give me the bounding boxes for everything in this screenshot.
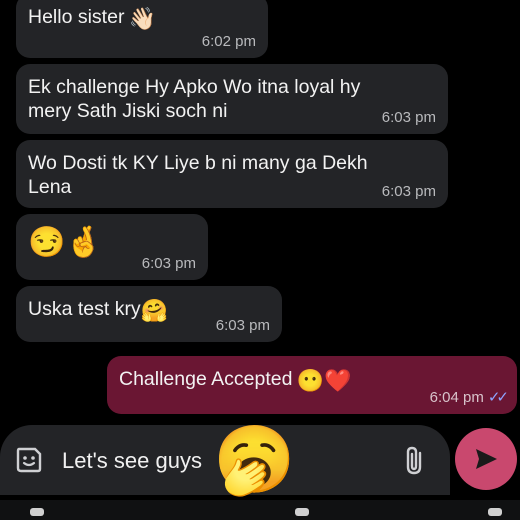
incoming-message[interactable]: Uska test kry🤗 6:03 pm bbox=[16, 286, 282, 342]
waving-hand-emoji: 👋🏻 bbox=[128, 5, 157, 31]
incoming-message[interactable]: 😏🤞 6:03 pm bbox=[16, 214, 208, 280]
outgoing-message[interactable]: Challenge Accepted 😶❤️ 6:04 pm ✓✓ bbox=[107, 356, 517, 414]
paperclip-icon[interactable] bbox=[402, 445, 428, 477]
message-time: 6:03 pm bbox=[381, 109, 436, 126]
incoming-message[interactable]: Hello sister 👋🏻 6:02 pm bbox=[16, 0, 268, 58]
message-time: 6:03 pm bbox=[215, 317, 270, 334]
message-text: Ek challenge Hy Apko Wo itna loyal hy me… bbox=[28, 76, 361, 122]
send-button[interactable] bbox=[455, 428, 517, 490]
message-time-status: 6:04 pm ✓✓ bbox=[429, 388, 509, 406]
message-text: Hello sister bbox=[28, 6, 125, 28]
message-text: Wo Dosti tk KY Liye b ni many ga Dekh Le… bbox=[28, 152, 368, 198]
incoming-message[interactable]: Wo Dosti tk KY Liye b ni many ga Dekh Le… bbox=[16, 140, 448, 208]
nav-back-icon[interactable] bbox=[30, 508, 44, 516]
chat-message-list: Hello sister 👋🏻 6:02 pm Ek challenge Hy … bbox=[0, 0, 520, 430]
nav-home-icon[interactable] bbox=[295, 508, 309, 516]
smirk-fingers-crossed-emoji: 😏🤞 bbox=[28, 226, 103, 259]
yawning-face-emoji: 🥱 bbox=[213, 422, 296, 496]
message-time: 6:02 pm bbox=[201, 33, 256, 50]
send-arrow-icon bbox=[476, 449, 497, 469]
no-mouth-heart-emoji: 😶❤️ bbox=[296, 367, 352, 393]
read-ticks-icon: ✓✓ bbox=[487, 389, 509, 406]
nav-recent-icon[interactable] bbox=[488, 508, 502, 516]
message-time: 6:04 pm bbox=[429, 389, 484, 406]
message-text: Challenge Accepted bbox=[119, 368, 293, 390]
message-text: Uska test kry bbox=[28, 298, 141, 320]
incoming-message[interactable]: Ek challenge Hy Apko Wo itna loyal hy me… bbox=[16, 64, 448, 134]
sticker-icon[interactable] bbox=[14, 445, 44, 475]
message-time: 6:03 pm bbox=[381, 183, 436, 200]
hugging-face-emoji: 🤗 bbox=[140, 297, 169, 323]
message-time: 6:03 pm bbox=[141, 255, 196, 272]
system-navigation-bar bbox=[0, 500, 520, 520]
